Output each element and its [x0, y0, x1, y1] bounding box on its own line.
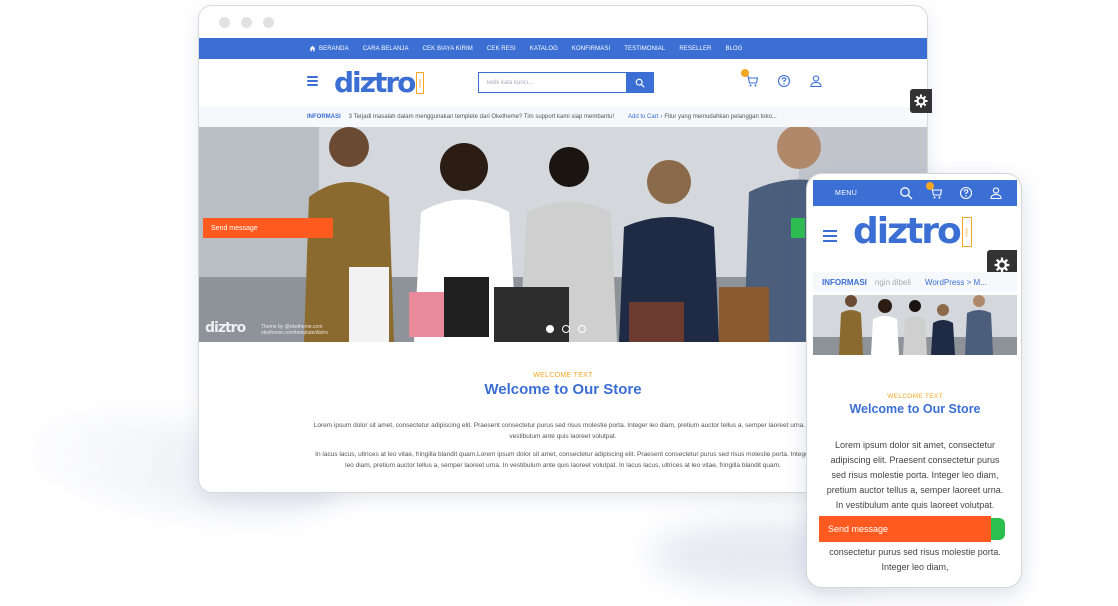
search-button[interactable] [626, 72, 654, 93]
nav-item-konfirmasi[interactable]: KONFIRMASI [572, 46, 610, 52]
mobile-menu-button[interactable]: MENU [835, 190, 857, 197]
hamburger-menu-icon[interactable] [307, 76, 318, 86]
welcome-paragraph: Lorem ipsum dolor sit amet, consectetur … [313, 422, 813, 440]
site-header: diztro store ketik kata kunci... [199, 59, 927, 107]
browser-chrome [199, 6, 927, 38]
welcome-paragraph: In lacus lacus, ultrices at leo vitae, f… [315, 451, 811, 469]
slider-dot[interactable] [578, 325, 586, 333]
nav-item-cek-biaya-kirim[interactable]: CEK BIAYA KIRIM [423, 46, 473, 52]
search-input[interactable]: ketik kata kunci... [478, 72, 626, 93]
logo-badge: store [961, 217, 972, 247]
nav-item-reseller[interactable]: RESELLER [679, 46, 711, 52]
mobile-top-bar: MENU [813, 180, 1017, 206]
nav-item-beranda[interactable]: BERANDA [309, 45, 349, 52]
hero-slider[interactable] [813, 295, 1017, 355]
slider-dots [546, 325, 586, 333]
send-message-button[interactable]: Send message [819, 516, 991, 542]
user-icon[interactable] [989, 186, 1003, 200]
settings-gear-icon[interactable] [910, 89, 932, 113]
site-logo[interactable]: diztro store [334, 66, 425, 99]
window-dot[interactable] [263, 16, 274, 28]
info-ticker: INFORMASI 3 Terjadi masalah dalam menggu… [199, 107, 927, 127]
window-dot[interactable] [241, 16, 252, 28]
search-icon [635, 78, 645, 88]
help-icon[interactable] [959, 186, 973, 200]
hero-credit-line: oketheme.com/template/diztro [261, 330, 328, 336]
cart-icon[interactable] [741, 69, 759, 88]
welcome-title: Welcome to Our Store [849, 402, 981, 416]
cart-badge [741, 69, 749, 77]
hero-watermark: diztro [205, 320, 246, 336]
mockup-stage: BERANDA CARA BELANJA CEK BIAYA KIRIM CEK… [0, 0, 1118, 606]
nav-item-testimonial[interactable]: TESTIMONIAL [624, 46, 665, 52]
home-icon [309, 45, 316, 52]
whatsapp-tab[interactable] [791, 218, 805, 238]
window-dot[interactable] [219, 16, 230, 28]
header-actions [741, 69, 823, 88]
user-icon[interactable] [809, 74, 823, 88]
site-logo[interactable]: diztro store [853, 214, 972, 250]
logo-text: diztro [853, 211, 962, 252]
info-link[interactable]: WordPress > M... [925, 278, 987, 287]
nav-item-cara-belanja[interactable]: CARA BELANJA [363, 46, 409, 52]
slider-dot[interactable] [546, 325, 554, 333]
send-message-button[interactable]: Send message [203, 218, 333, 238]
info-label: INFORMASI [822, 277, 867, 287]
slider-dot[interactable] [562, 325, 570, 333]
info-link-text[interactable]: Fitur yang memudahkan pelanggan toko... [664, 114, 776, 120]
info-text[interactable]: 3 Terjadi masalah dalam menggunakan temp… [349, 114, 614, 120]
search-bar: ketik kata kunci... [478, 72, 654, 93]
search-icon[interactable] [899, 186, 913, 200]
nav-item-blog[interactable]: BLOG [725, 46, 742, 52]
welcome-section: WELCOME TEXT Welcome to Our Store Lorem … [813, 393, 1017, 575]
nav-item-cek-resi[interactable]: CEK RESI [487, 46, 516, 52]
hamburger-menu-icon[interactable] [823, 230, 837, 242]
logo-text: diztro [334, 66, 416, 99]
mobile-device: MENU diztro store INFORMASI ngin dibeli … [806, 173, 1022, 588]
welcome-kicker: WELCOME TEXT [887, 393, 943, 400]
mobile-top-actions [899, 182, 1003, 200]
nav-item-label: BERANDA [319, 45, 349, 52]
info-link[interactable]: Add to Cart [628, 114, 658, 120]
logo-badge: store [416, 72, 425, 94]
hero-image [813, 295, 1017, 355]
cart-badge [926, 182, 934, 190]
whatsapp-tab[interactable] [991, 518, 1005, 540]
welcome-paragraph: Lorem ipsum dolor sit amet, consectetur … [826, 440, 1004, 510]
help-icon[interactable] [777, 74, 791, 88]
top-navigation: BERANDA CARA BELANJA CEK BIAYA KIRIM CEK… [199, 38, 927, 59]
info-ticker: INFORMASI ngin dibeli WordPress > M... [813, 272, 1017, 292]
info-text[interactable]: ngin dibeli [875, 278, 911, 287]
cart-icon[interactable] [926, 182, 943, 200]
info-label: INFORMASI [307, 114, 341, 120]
nav-item-katalog[interactable]: KATALOG [530, 46, 558, 52]
hero-credit: Theme by @oketheme.com oketheme.com/temp… [261, 324, 328, 336]
